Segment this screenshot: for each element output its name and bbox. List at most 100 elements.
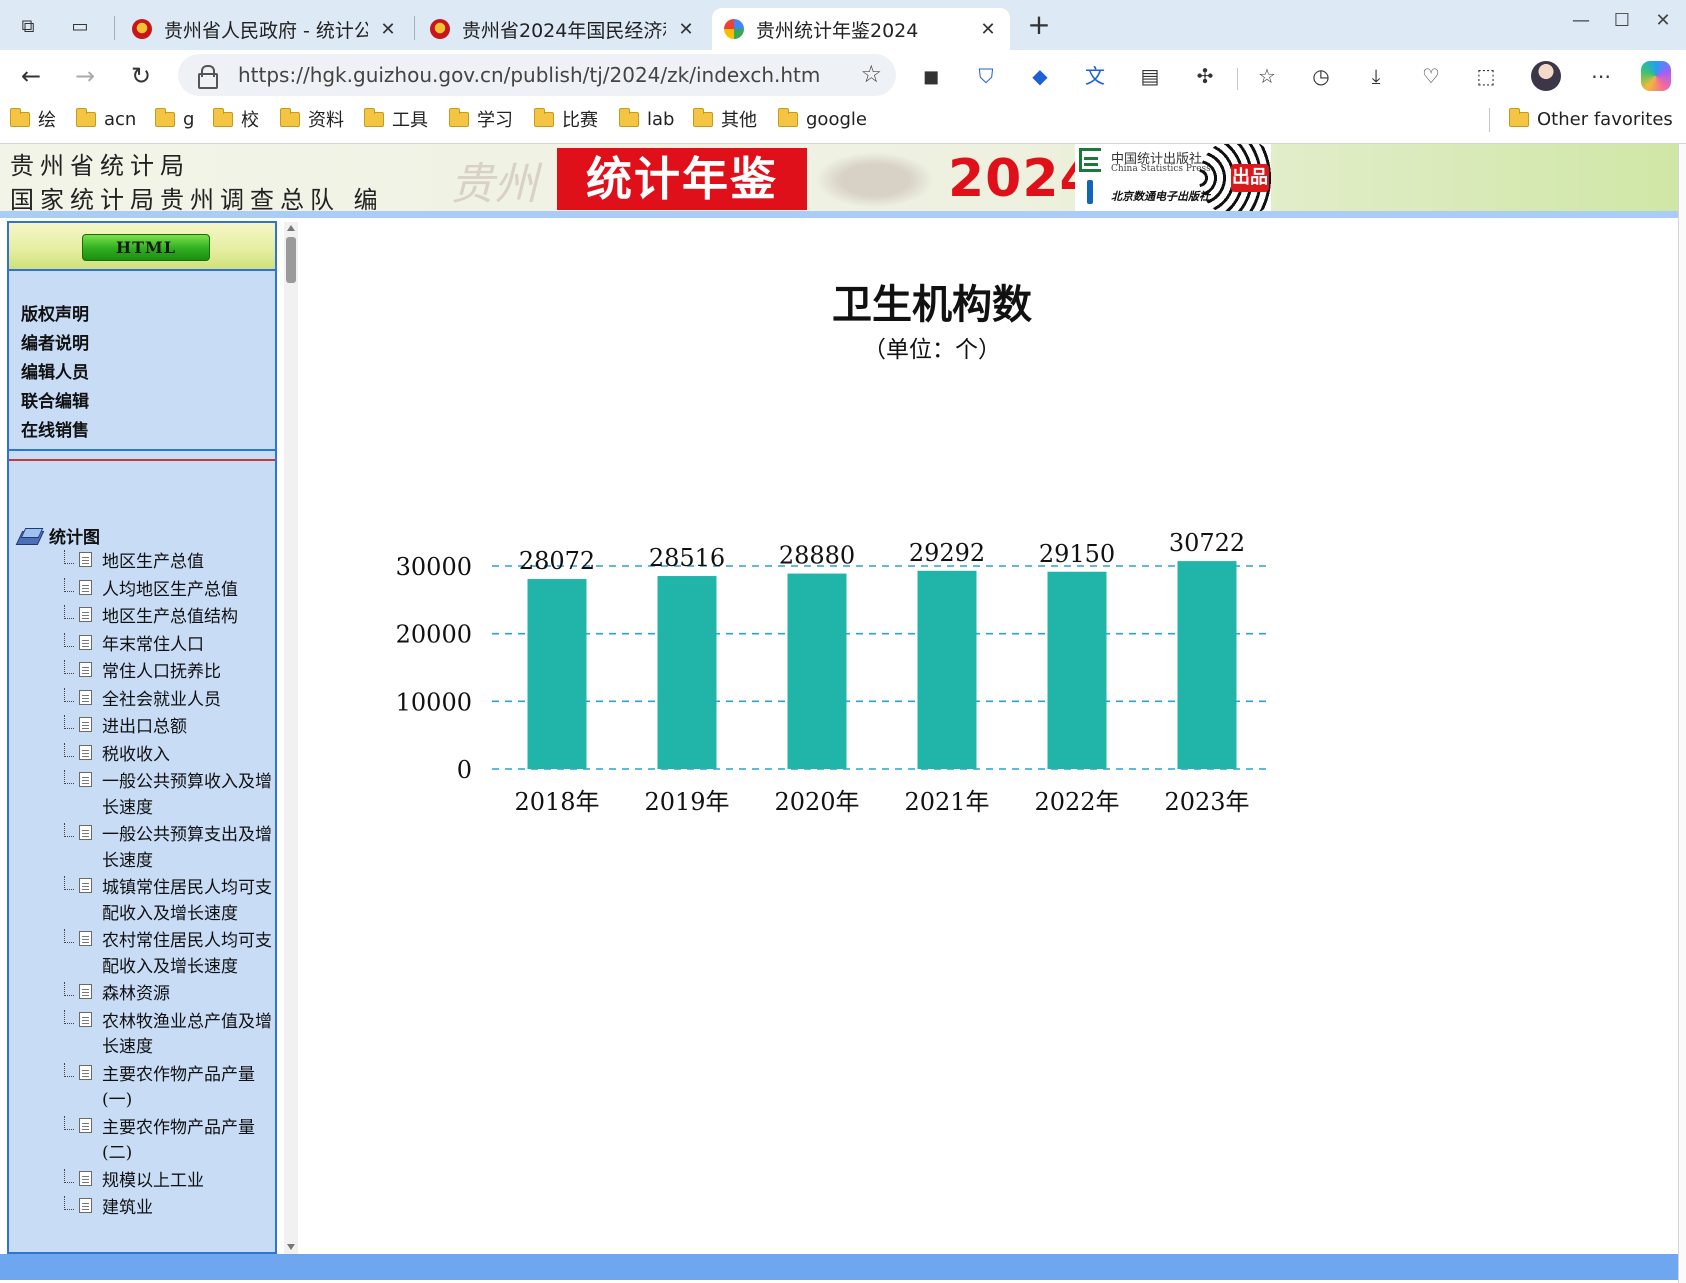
data-label: 28516 [649,544,725,572]
translate-icon[interactable]: 文 [1080,61,1110,91]
bookmark-folder[interactable]: 资料 [280,106,344,132]
bookmark-folder[interactable]: 学习 [449,106,513,132]
bookmark-folder[interactable]: 比赛 [534,106,598,132]
bookmark-folder[interactable]: 工具 [364,106,428,132]
academic-extension-icon[interactable]: ◆ [1025,61,1055,91]
new-tab-button[interactable]: + [1024,10,1054,40]
tree-item[interactable]: 年末常住人口 [61,632,273,661]
tree-branch-line [64,605,74,619]
html-button[interactable]: HTML [82,234,210,261]
tree-branch-line [64,823,74,837]
browser-tab-3-active[interactable]: 贵州统计年鉴2024 ✕ [712,8,1010,50]
tree-branch-line [64,982,74,996]
bottom-frame-bar [0,1254,1678,1280]
more-menu-icon[interactable]: ⋯ [1586,61,1616,91]
bookmark-folder[interactable]: 绘 [10,106,56,132]
scroll-up-arrow-icon[interactable] [287,225,295,231]
downloads-icon[interactable]: ⤓ [1361,61,1391,91]
browser-essentials-icon[interactable]: ♡ [1416,61,1446,91]
scroll-down-arrow-icon[interactable] [287,1244,295,1250]
reload-button[interactable]: ↻ [125,60,157,92]
bookmark-folder[interactable]: 其他 [693,106,757,132]
editor-notes-link[interactable]: 编者说明 [21,330,89,359]
tree-item[interactable]: 一般公共预算收入及增长速度 [61,770,273,823]
tree-item[interactable]: 常住人口抚养比 [61,660,273,688]
gov-emblem-icon [132,19,152,39]
document-icon [79,634,92,650]
nav-scrollbar[interactable] [284,222,298,1254]
document-icon [79,1170,92,1186]
tree-root-charts[interactable]: 统计图 [19,523,100,548]
tree-item[interactable]: 建筑业 [61,1196,273,1224]
tab-actions-icon[interactable]: ▭ [66,12,94,40]
tab-separator [114,16,115,40]
history-icon[interactable]: ◷ [1306,61,1336,91]
address-bar[interactable]: https://hgk.guizhou.gov.cn/publish/tj/20… [178,54,896,96]
document-icon [79,607,92,622]
close-tab-icon[interactable]: ✕ [978,19,998,40]
gov-emblem-icon [430,19,450,39]
tree-item-label: 全社会就业人员 [102,689,221,710]
bookmark-folder[interactable]: g [155,106,194,132]
document-icon [79,1064,92,1080]
y-tick-label: 10000 [396,688,472,716]
tree-item[interactable]: 森林资源 [61,982,273,1010]
bookmark-folder[interactable]: lab [619,106,674,132]
favorites-icon[interactable]: ☆ [1252,61,1282,91]
close-window-icon[interactable]: ✕ [1650,8,1676,34]
other-favorites-folder[interactable]: Other favorites [1509,106,1673,132]
folder-icon [1509,107,1529,127]
joint-editors-link[interactable]: 联合编辑 [21,388,89,417]
x-tick-label: 2020年 [774,788,859,816]
online-sales-link[interactable]: 在线销售 [21,417,89,446]
minimize-window-icon[interactable]: — [1568,8,1594,34]
browser-tab-1[interactable]: 贵州省人民政府 - 统计公报 ✕ [120,8,410,50]
tree-branch-line [64,876,74,890]
tree-branch-line [64,632,74,647]
data-label: 30722 [1169,529,1245,557]
browser-tab-2[interactable]: 贵州省2024年国民经济和社 ✕ [418,8,708,50]
bookmark-folder[interactable]: google [778,106,867,132]
html-header: HTML [9,223,275,271]
tree-item[interactable]: 主要农作物产品产量(二) [61,1115,273,1169]
close-tab-icon[interactable]: ✕ [378,19,398,40]
tree-item[interactable]: 一般公共预算支出及增长速度 [61,823,273,876]
password-manager-icon[interactable]: ⛉ [971,61,1001,91]
close-tab-icon[interactable]: ✕ [676,19,696,40]
tree-item[interactable]: 地区生产总值结构 [61,605,273,633]
tree-item[interactable]: 地区生产总值 [61,550,273,578]
bar [1177,561,1237,769]
tree-item[interactable]: 城镇常住居民人均可支配收入及增长速度 [61,876,273,929]
forward-button[interactable]: → [69,60,101,92]
workspaces-icon[interactable]: ⧉ [14,12,42,40]
reading-view-icon[interactable]: ▤ [1135,61,1165,91]
tree-item[interactable]: 规模以上工业 [61,1168,273,1197]
folder-icon [619,107,639,127]
tree-item[interactable]: 主要农作物产品产量(一) [61,1062,273,1116]
favorite-star-icon[interactable]: ☆ [860,60,882,88]
extensions-icon[interactable]: ✣ [1190,61,1220,91]
lock-icon[interactable] [198,65,218,89]
bookmark-folder[interactable]: acn [76,106,136,132]
tree-item[interactable]: 税收收入 [61,742,273,771]
tree-item[interactable]: 人均地区生产总值 [61,577,273,606]
screenshot-icon[interactable]: ⬚ [1471,61,1501,91]
nav-divider [9,449,275,451]
data-label: 28880 [779,542,855,570]
folder-icon [534,107,554,127]
tree-item[interactable]: 全社会就业人员 [61,687,273,716]
copilot-icon[interactable] [1641,61,1671,91]
back-button[interactable]: ← [15,60,47,92]
profile-avatar[interactable] [1531,61,1561,91]
url-text[interactable]: https://hgk.guizhou.gov.cn/publish/tj/20… [238,63,820,87]
scrollbar-thumb[interactable] [286,237,296,283]
tree-item[interactable]: 进出口总额 [61,715,273,743]
editorial-staff-link[interactable]: 编辑人员 [21,359,89,388]
bookmark-folder[interactable]: 校 [213,106,259,132]
tree-item[interactable]: 农林牧渔业总产值及增长速度 [61,1009,273,1063]
page-viewport: 贵州省统计局 国家统计局贵州调查总队 编 贵州 统计年鉴 2024 中国统计出版… [0,143,1686,1283]
copyright-link[interactable]: 版权声明 [21,301,89,330]
extension-icon[interactable]: ◼ [916,61,946,91]
tree-item[interactable]: 农村常住居民人均可支配收入及增长速度 [61,929,273,982]
maximize-window-icon[interactable]: ☐ [1609,8,1635,34]
